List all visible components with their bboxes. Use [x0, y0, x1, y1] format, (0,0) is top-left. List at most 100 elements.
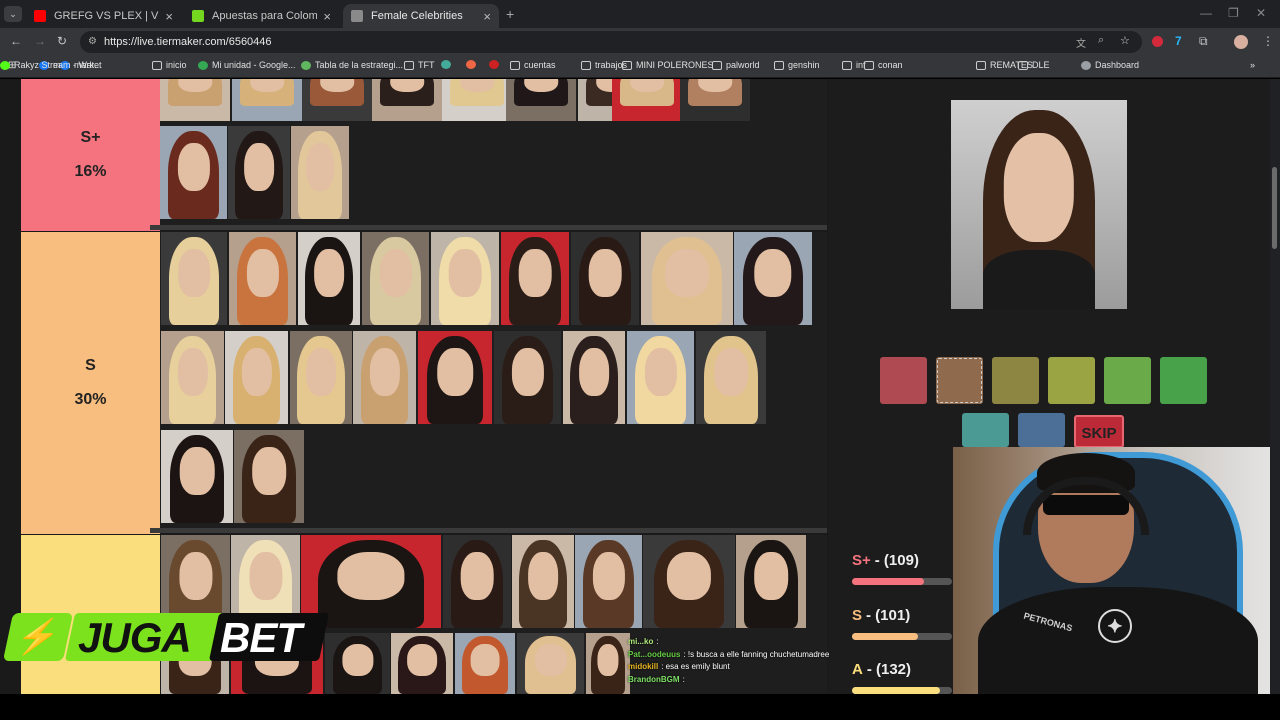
- celebrity-photo[interactable]: [443, 535, 511, 628]
- tier-color-swatch[interactable]: [880, 357, 927, 404]
- celebrity-photo[interactable]: [160, 126, 227, 219]
- celebrity-photo[interactable]: [586, 633, 630, 694]
- celebrity-photo[interactable]: [680, 79, 750, 121]
- bookmark-item[interactable]: inicio: [152, 60, 187, 70]
- bookmark-item[interactable]: Mi unidad - Google...: [198, 60, 296, 70]
- celebrity-photo[interactable]: [161, 331, 224, 424]
- window-close-icon[interactable]: ✕: [1256, 6, 1266, 20]
- photo-face: [524, 79, 558, 93]
- celebrity-photo[interactable]: [298, 232, 360, 325]
- celebrity-photo[interactable]: [161, 232, 227, 325]
- translate-icon[interactable]: 文: [1076, 35, 1086, 50]
- tier-color-swatch[interactable]: [1018, 413, 1065, 447]
- zoom-icon[interactable]: ⌕: [1098, 34, 1104, 47]
- close-icon[interactable]: ×: [483, 9, 491, 24]
- back-icon[interactable]: ←: [10, 34, 22, 48]
- celebrity-photo[interactable]: [442, 79, 512, 121]
- close-icon[interactable]: ×: [165, 9, 173, 24]
- celebrity-photo[interactable]: [571, 232, 639, 325]
- extensions-puzzle-icon[interactable]: ⧉: [1199, 34, 1208, 49]
- celebrity-photo[interactable]: [494, 331, 561, 424]
- celebrity-photo[interactable]: [362, 232, 429, 325]
- celebrity-photo[interactable]: [418, 331, 492, 424]
- celebrity-photo[interactable]: [455, 633, 515, 694]
- bookmark-item[interactable]: palworld: [712, 60, 760, 70]
- close-icon[interactable]: ×: [323, 9, 331, 24]
- profile-avatar[interactable]: [1234, 35, 1248, 49]
- restore-icon[interactable]: ❐: [1228, 6, 1239, 20]
- celebrity-photo[interactable]: [234, 430, 304, 523]
- celebrity-photo[interactable]: [517, 633, 584, 694]
- celebrity-photo[interactable]: [696, 331, 766, 424]
- reload-icon[interactable]: ↻: [57, 34, 67, 48]
- tier-color-swatch[interactable]: [1104, 357, 1151, 404]
- bottom-black-bar: [0, 694, 1280, 720]
- celebrity-photo[interactable]: [643, 535, 735, 628]
- kebab-menu-icon[interactable]: ⋮: [1262, 34, 1274, 48]
- bookmark-item[interactable]: Rakyz Stream - Wat...: [0, 60, 102, 70]
- tier-label-s[interactable]: S 30%: [21, 232, 160, 534]
- scrollbar-thumb[interactable]: [1272, 167, 1277, 249]
- celebrity-photo[interactable]: [501, 232, 569, 325]
- tier-color-swatch[interactable]: [992, 357, 1039, 404]
- celebrity-photo[interactable]: [225, 331, 288, 424]
- tab-0[interactable]: GREFG VS PLEX | VELADA DEL AÑO ×: [26, 4, 181, 28]
- minimize-icon[interactable]: —: [1200, 6, 1212, 20]
- circle-icon[interactable]: [466, 60, 480, 69]
- extension-7tv-icon[interactable]: 7: [1175, 34, 1182, 48]
- celebrity-photo[interactable]: [736, 535, 806, 628]
- celebrity-photo[interactable]: [161, 430, 233, 523]
- bookmark-item[interactable]: MINI POLERONES: [622, 60, 714, 70]
- bookmark-item[interactable]: conan: [864, 60, 903, 70]
- bookmark-item[interactable]: DLE: [1018, 60, 1050, 70]
- celebrity-photo[interactable]: [563, 331, 625, 424]
- current-candidate-photo[interactable]: [951, 100, 1127, 309]
- riot-icon[interactable]: [441, 60, 455, 69]
- new-tab-button[interactable]: +: [506, 6, 514, 22]
- tier-color-swatch[interactable]: [962, 413, 1009, 447]
- tier-color-swatch[interactable]: [1160, 357, 1207, 404]
- bookmark-item[interactable]: TFT: [404, 60, 435, 70]
- celebrity-photo[interactable]: [290, 331, 352, 424]
- address-bar[interactable]: ⚙ https://live.tiermaker.com/6560446 文 ⌕…: [80, 31, 1142, 53]
- bookmark-item[interactable]: inf: [842, 60, 866, 70]
- celebrity-photo[interactable]: [506, 79, 576, 121]
- tier-color-swatch[interactable]: [1048, 357, 1095, 404]
- celebrity-photo[interactable]: [391, 633, 453, 694]
- celebrity-photo[interactable]: [512, 535, 574, 628]
- bookmark-item[interactable]: trabajos: [581, 60, 627, 70]
- celebrity-photo[interactable]: [302, 79, 372, 121]
- tier-label-splus[interactable]: S+ 16%: [21, 79, 160, 231]
- celebrity-photo[interactable]: [431, 232, 499, 325]
- celebrity-photo[interactable]: [372, 79, 442, 121]
- bookmark-item[interactable]: Dashboard: [1081, 60, 1139, 70]
- skip-button[interactable]: SKIP: [1074, 415, 1124, 448]
- more-bookmarks-icon[interactable]: »: [1250, 60, 1255, 70]
- celebrity-photo[interactable]: [160, 79, 230, 121]
- tab-1[interactable]: Apuestas para Colombia vs Francia ×: [184, 4, 339, 28]
- bookmark-item[interactable]: cuentas: [510, 60, 556, 70]
- forward-icon[interactable]: →: [34, 34, 46, 48]
- celebrity-photo[interactable]: [232, 79, 302, 121]
- skip-label: SKIP: [1081, 425, 1117, 442]
- celebrity-photo[interactable]: [229, 232, 296, 325]
- celebrity-photo[interactable]: [228, 126, 290, 219]
- bookmark-item[interactable]: genshin: [774, 60, 820, 70]
- bookmark-item[interactable]: Tabla de la estrategi...: [301, 60, 403, 70]
- celebrity-photo[interactable]: [353, 331, 416, 424]
- tab-search-button[interactable]: ⌄: [4, 6, 22, 22]
- celebrity-photo[interactable]: [641, 232, 733, 325]
- celebrity-photo[interactable]: [291, 126, 349, 219]
- site-info-icon[interactable]: ⚙: [88, 36, 97, 47]
- red-icon[interactable]: [489, 60, 503, 69]
- celebrity-photo[interactable]: [612, 79, 682, 121]
- tab-2[interactable]: Female Celebrities ×: [343, 4, 499, 28]
- bookmark-label: TFT: [418, 60, 435, 70]
- celebrity-photo[interactable]: [627, 331, 694, 424]
- extension-red-icon[interactable]: [1152, 36, 1163, 47]
- celebrity-photo[interactable]: [734, 232, 812, 325]
- bookmark-star-icon[interactable]: ☆: [1120, 34, 1130, 47]
- celebrity-photo[interactable]: [325, 633, 390, 694]
- celebrity-photo[interactable]: [575, 535, 642, 628]
- tier-color-swatch[interactable]: [936, 357, 983, 404]
